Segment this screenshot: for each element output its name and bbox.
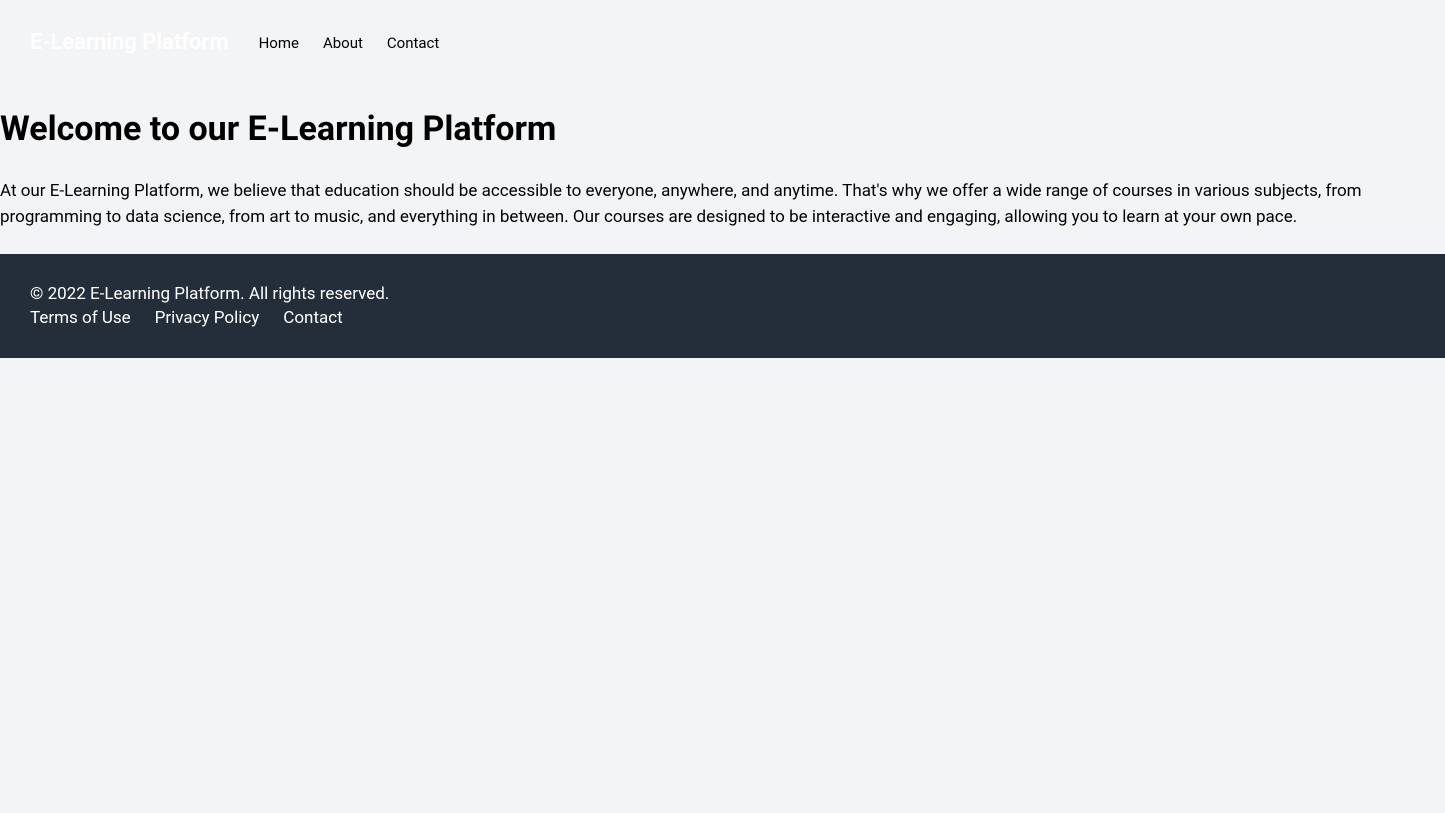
- nav-link-home[interactable]: Home: [259, 34, 299, 52]
- footer-copyright: © 2022 E-Learning Platform. All rights r…: [30, 284, 1415, 304]
- nav-links-container: Home About Contact: [259, 34, 440, 52]
- footer-link-terms[interactable]: Terms of Use: [30, 308, 131, 328]
- footer: © 2022 E-Learning Platform. All rights r…: [0, 254, 1445, 358]
- footer-link-contact[interactable]: Contact: [283, 308, 342, 328]
- nav-link-about[interactable]: About: [323, 34, 363, 52]
- brand-logo[interactable]: E-Learning Platform: [30, 30, 229, 55]
- main-content: Welcome to our E-Learning Platform At ou…: [0, 85, 1445, 254]
- footer-links-container: Terms of Use Privacy Policy Contact: [30, 308, 1415, 328]
- footer-link-privacy[interactable]: Privacy Policy: [155, 308, 260, 328]
- page-description: At our E-Learning Platform, we believe t…: [0, 179, 1445, 230]
- navbar: E-Learning Platform Home About Contact: [0, 0, 1445, 85]
- nav-link-contact[interactable]: Contact: [387, 34, 439, 52]
- page-title: Welcome to our E-Learning Platform: [0, 109, 1445, 149]
